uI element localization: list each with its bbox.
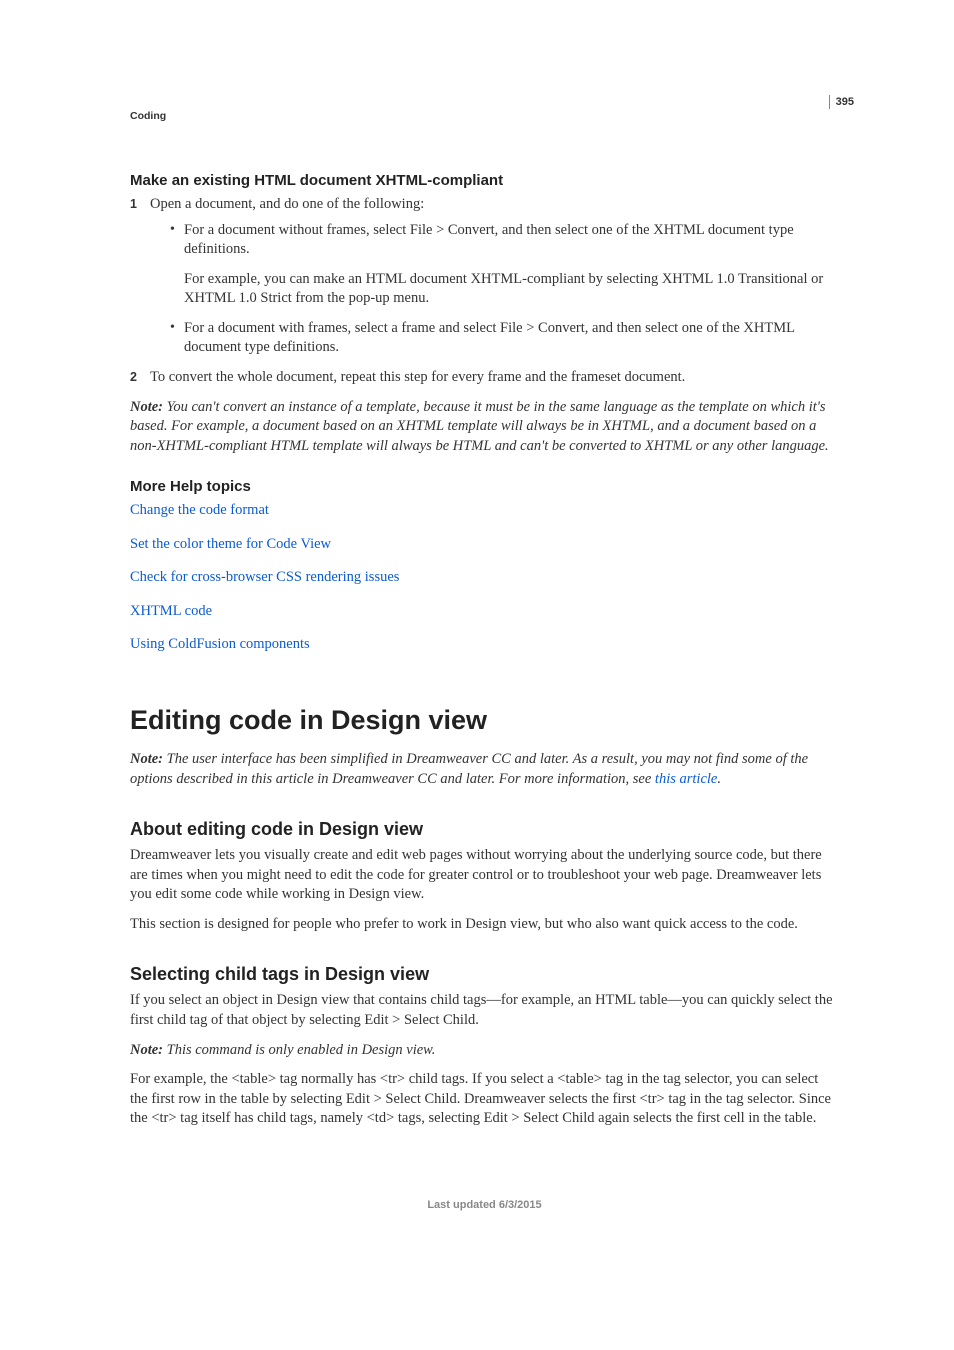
note-label: Note: [130, 399, 167, 415]
para-about-2: This section is designed for people who … [130, 915, 839, 935]
para-about-1: Dreamweaver lets you visually create and… [130, 846, 839, 905]
link-xhtml-code[interactable]: XHTML code [130, 603, 212, 619]
step-1: 1 Open a document, and do one of the fol… [130, 195, 839, 358]
page-number: 395 [829, 95, 854, 109]
note-body: You can't convert an instance of a templ… [130, 399, 829, 454]
link-this-article[interactable]: this article [655, 771, 717, 787]
bullet-no-frames: For a document without frames, select Fi… [170, 221, 839, 309]
link-cross-browser[interactable]: Check for cross-browser CSS rendering is… [130, 569, 399, 585]
bullet-text: For a document without frames, select Fi… [184, 222, 794, 258]
note-body: This command is only enabled in Design v… [167, 1042, 436, 1058]
link-change-code-format[interactable]: Change the code format [130, 502, 269, 518]
bullet-subtext: For example, you can make an HTML docume… [184, 270, 839, 309]
heading-about-editing: About editing code in Design view [130, 819, 839, 840]
heading-editing-design-view: Editing code in Design view [130, 705, 839, 736]
running-head: Coding [130, 110, 839, 122]
footer-updated: Last updated 6/3/2015 [130, 1199, 839, 1211]
para-child-2: For example, the <table> tag normally ha… [130, 1070, 839, 1129]
step-2: 2 To convert the whole document, repeat … [130, 368, 839, 388]
link-coldfusion[interactable]: Using ColdFusion components [130, 636, 310, 652]
step-text: Open a document, and do one of the follo… [150, 196, 424, 212]
bullet-with-frames: For a document with frames, select a fra… [170, 319, 839, 358]
para-child-1: If you select an object in Design view t… [130, 991, 839, 1030]
heading-selecting-child: Selecting child tags in Design view [130, 964, 839, 985]
note-template: Note: You can't convert an instance of a… [130, 398, 839, 457]
note-intro: Note: The user interface has been simpli… [130, 750, 839, 789]
note-label: Note: [130, 1042, 167, 1058]
note-child: Note: This command is only enabled in De… [130, 1041, 839, 1061]
heading-make-xhtml: Make an existing HTML document XHTML-com… [130, 172, 839, 189]
link-color-theme[interactable]: Set the color theme for Code View [130, 536, 331, 552]
note-label: Note: [130, 751, 167, 767]
heading-more-help: More Help topics [130, 478, 839, 495]
step-number: 2 [130, 369, 137, 386]
bullet-text: For a document with frames, select a fra… [184, 320, 794, 356]
step-text: To convert the whole document, repeat th… [150, 369, 685, 385]
note-body-2: . [717, 771, 721, 787]
step-number: 1 [130, 196, 137, 213]
